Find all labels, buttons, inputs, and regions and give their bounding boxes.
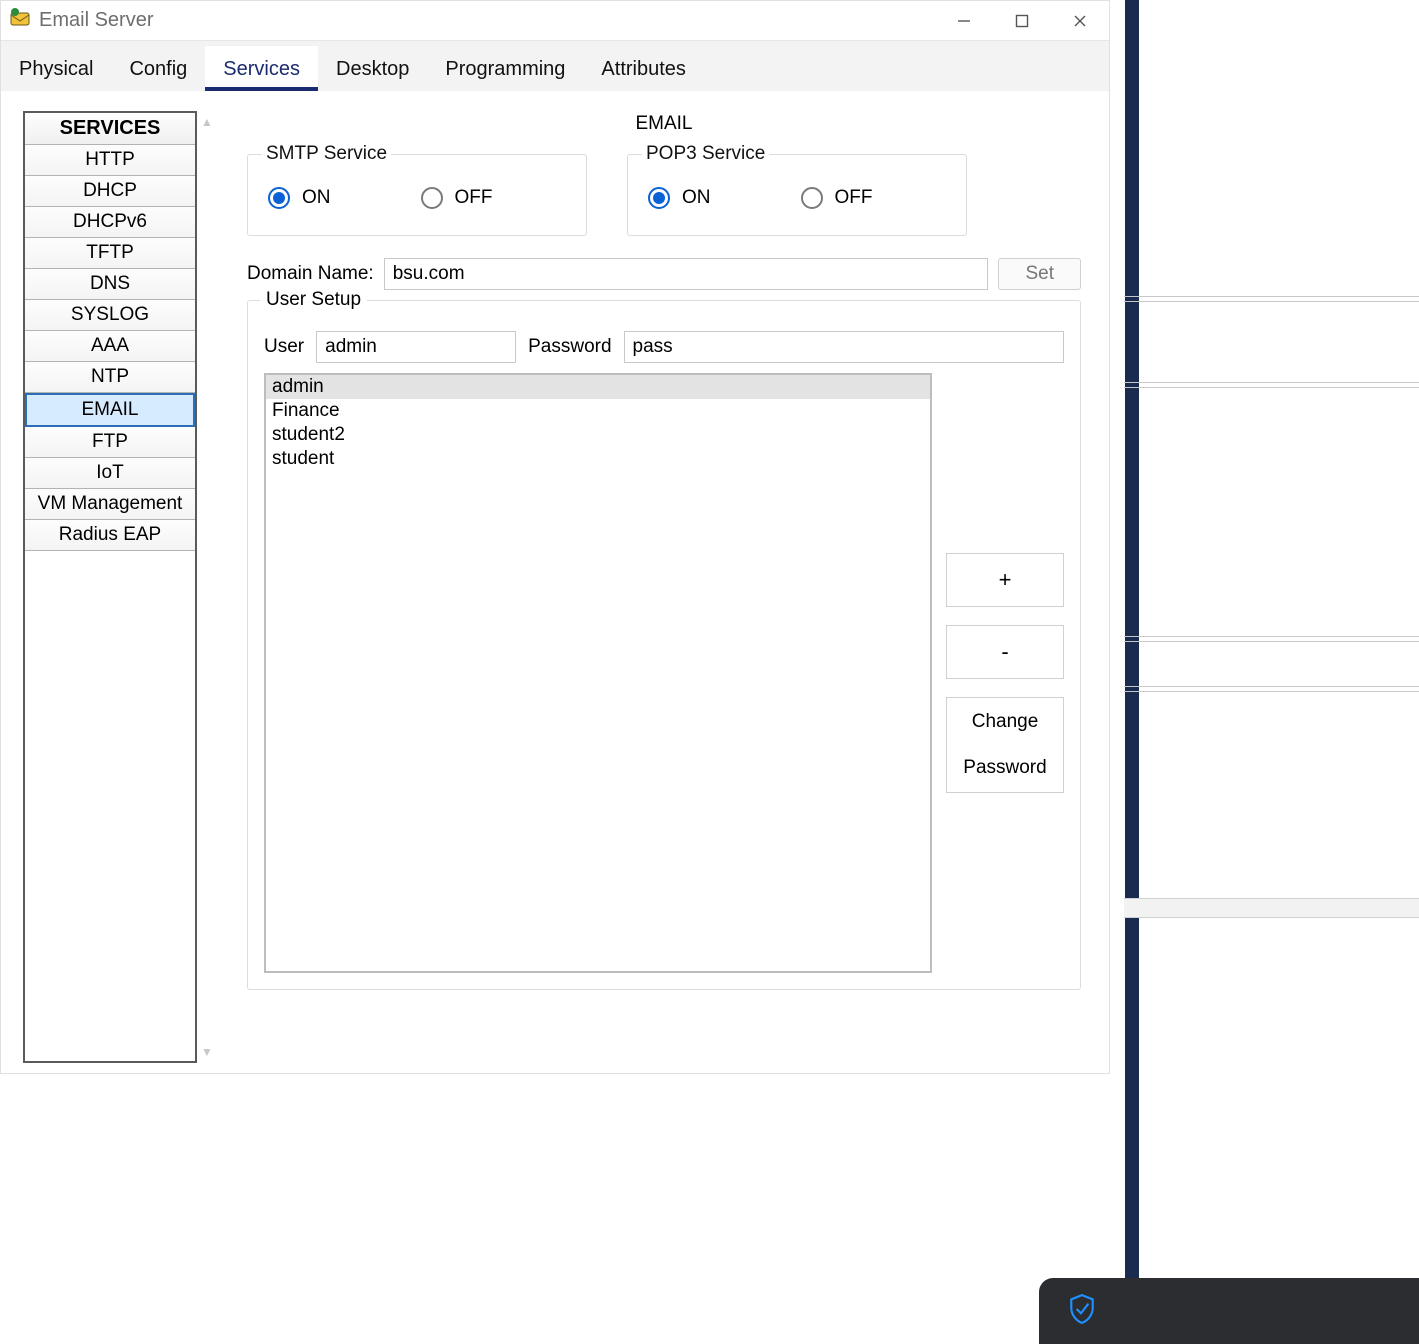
- tab-services[interactable]: Services: [205, 46, 318, 91]
- smtp-legend: SMTP Service: [262, 143, 391, 165]
- sidebar-item-dhcp[interactable]: DHCP: [25, 176, 195, 207]
- sidebar-item-radius-eap[interactable]: Radius EAP: [25, 520, 195, 551]
- smtp-off-radio[interactable]: OFF: [421, 187, 493, 209]
- remove-user-button[interactable]: -: [946, 625, 1064, 679]
- smtp-service-group: SMTP Service ON OFF: [247, 143, 587, 236]
- add-user-button[interactable]: +: [946, 553, 1064, 607]
- email-panel: EMAIL SMTP Service ON OFF POP3 Service O…: [223, 111, 1091, 1063]
- tab-physical[interactable]: Physical: [1, 46, 111, 91]
- main-window: Email Server PhysicalConfigServicesDeskt…: [0, 0, 1110, 1074]
- taskbar: [1039, 1278, 1419, 1344]
- pop3-off-radio[interactable]: OFF: [801, 187, 873, 209]
- window-title: Email Server: [39, 9, 153, 32]
- pop3-on-radio[interactable]: ON: [648, 187, 711, 209]
- sidebar-item-dhcpv6[interactable]: DHCPv6: [25, 207, 195, 238]
- user-list-row[interactable]: Finance: [266, 399, 930, 423]
- close-button[interactable]: [1051, 1, 1109, 41]
- user-list-row[interactable]: student2: [266, 423, 930, 447]
- tab-bar: PhysicalConfigServicesDesktopProgramming…: [1, 41, 1109, 91]
- sidebar-item-ftp[interactable]: FTP: [25, 427, 195, 458]
- sidebar-scrollbar[interactable]: ▲ ▼: [197, 111, 217, 1063]
- sidebar-item-iot[interactable]: IoT: [25, 458, 195, 489]
- pop3-legend: POP3 Service: [642, 143, 769, 165]
- user-list-row[interactable]: student: [266, 447, 930, 471]
- minimize-button[interactable]: [935, 1, 993, 41]
- user-setup-legend: User Setup: [260, 289, 367, 311]
- user-input[interactable]: [316, 331, 516, 363]
- app-icon: [9, 7, 31, 34]
- page-title: EMAIL: [247, 113, 1081, 135]
- maximize-button[interactable]: [993, 1, 1051, 41]
- domain-label: Domain Name:: [247, 263, 374, 285]
- scroll-down-icon[interactable]: ▼: [201, 1045, 213, 1059]
- password-label: Password: [528, 336, 611, 358]
- sidebar-item-ntp[interactable]: NTP: [25, 362, 195, 393]
- sidebar-item-syslog[interactable]: SYSLOG: [25, 300, 195, 331]
- pop3-service-group: POP3 Service ON OFF: [627, 143, 967, 236]
- sidebar-item-dns[interactable]: DNS: [25, 269, 195, 300]
- set-button[interactable]: Set: [998, 258, 1081, 290]
- sidebar-item-tftp[interactable]: TFTP: [25, 238, 195, 269]
- sidebar-item-email[interactable]: EMAIL: [25, 393, 195, 427]
- sidebar-item-http[interactable]: HTTP: [25, 145, 195, 176]
- security-shield-icon[interactable]: [1069, 1294, 1095, 1329]
- smtp-on-radio[interactable]: ON: [268, 187, 331, 209]
- sidebar-item-vm-management[interactable]: VM Management: [25, 489, 195, 520]
- titlebar: Email Server: [1, 1, 1109, 41]
- scroll-up-icon[interactable]: ▲: [201, 115, 213, 129]
- user-list-row[interactable]: admin: [266, 375, 930, 399]
- user-label: User: [264, 336, 304, 358]
- change-password-button[interactable]: Change Password: [946, 697, 1064, 793]
- sidebar-item-aaa[interactable]: AAA: [25, 331, 195, 362]
- tab-programming[interactable]: Programming: [427, 46, 583, 91]
- tab-attributes[interactable]: Attributes: [583, 46, 703, 91]
- password-input[interactable]: [624, 331, 1064, 363]
- user-list[interactable]: adminFinancestudent2student: [264, 373, 932, 973]
- user-setup-group: User Setup User Password adminFinancestu…: [247, 300, 1081, 990]
- tab-config[interactable]: Config: [111, 46, 205, 91]
- sidebar-heading: SERVICES: [25, 113, 195, 145]
- services-sidebar: SERVICES HTTPDHCPDHCPv6TFTPDNSSYSLOGAAAN…: [23, 111, 197, 1063]
- domain-input[interactable]: [384, 258, 989, 290]
- tab-desktop[interactable]: Desktop: [318, 46, 427, 91]
